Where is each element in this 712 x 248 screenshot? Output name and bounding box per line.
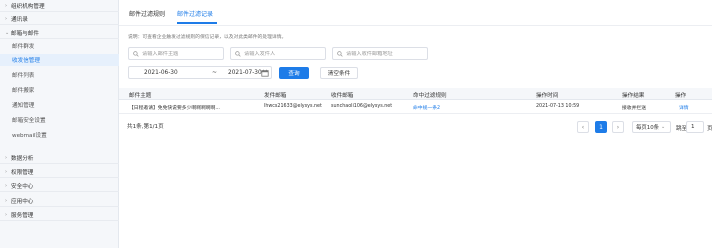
sidebar-item-mailbox[interactable]: ⌄ 邮箱与邮件 bbox=[0, 27, 119, 39]
sidebar-item-label: 邮件搬家 bbox=[12, 88, 35, 94]
tab-filter-records[interactable]: 邮件过滤记录 bbox=[177, 9, 213, 18]
chevron-left-icon: ‹ bbox=[581, 123, 585, 131]
search-icon bbox=[133, 50, 139, 57]
sidebar-item-mail-migration[interactable]: 邮件搬家 bbox=[0, 84, 119, 96]
search-icon bbox=[235, 50, 241, 57]
date-separator: ~ bbox=[212, 70, 217, 76]
pagination-total: 共1条,第1/1页 bbox=[127, 124, 164, 130]
sidebar-item-label: webmail设置 bbox=[12, 133, 47, 139]
sidebar-item-mass-mail[interactable]: 邮件群发 bbox=[0, 40, 119, 52]
sidebar-item-mail-list[interactable]: 邮件列表 bbox=[0, 69, 119, 81]
date-range-picker[interactable]: 2021-06-30 ~ 2021-07-30 bbox=[128, 66, 272, 79]
page-size-select[interactable]: 每页10条 ⌄ bbox=[632, 121, 671, 133]
date-start[interactable]: 2021-06-30 bbox=[144, 70, 178, 76]
cell-result: 接收并拦送 bbox=[622, 106, 646, 111]
page-size-value: 每页10条 bbox=[636, 125, 660, 131]
active-tab-indicator bbox=[177, 22, 217, 24]
chevron-right-icon: › bbox=[616, 123, 620, 131]
subject-search-field[interactable] bbox=[128, 47, 224, 60]
column-header-rule: 命中过滤规则 bbox=[413, 93, 447, 99]
sidebar-item-label: 通知管理 bbox=[12, 103, 35, 109]
sidebar-item-label: 通讯录 bbox=[11, 16, 28, 23]
search-icon bbox=[337, 50, 343, 57]
sidebar-item-notifications[interactable]: 通知管理 bbox=[0, 99, 119, 111]
prev-page-button[interactable]: ‹ bbox=[577, 121, 589, 133]
sidebar-item-data-analysis[interactable]: › 数据分析 bbox=[0, 152, 119, 164]
sidebar-item-send-receive[interactable]: 收发信管理 bbox=[0, 54, 119, 66]
sidebar-item-security-center[interactable]: › 安全中心 bbox=[0, 180, 119, 192]
sidebar-item-service-management[interactable]: › 服务管理 bbox=[0, 209, 119, 221]
sender-search-field[interactable] bbox=[230, 47, 326, 60]
date-end[interactable]: 2021-07-30 bbox=[228, 70, 262, 76]
recipient-search-field[interactable] bbox=[332, 47, 428, 60]
sidebar-item-label: 邮件群发 bbox=[12, 44, 35, 50]
cell-recipient: sunchaoli106@elysys.net bbox=[331, 104, 393, 109]
cell-sender: lhwcs21633@elysys.net bbox=[264, 104, 322, 109]
cell-subject: 【日程邀请】免免快说要多少啊啊啊啊啊... bbox=[129, 106, 220, 111]
sidebar-item-label: 邮件列表 bbox=[12, 73, 35, 79]
tab-filter-rules[interactable]: 邮件过滤规则 bbox=[129, 9, 165, 18]
calendar-icon bbox=[260, 69, 269, 77]
sidebar-item-app-center[interactable]: › 应用中心 bbox=[0, 195, 119, 207]
column-header-recipient: 收件邮箱 bbox=[331, 93, 354, 99]
column-header-result: 操作结果 bbox=[622, 93, 645, 99]
sidebar-item-label: 组织机构管理 bbox=[11, 3, 45, 10]
calendar-button[interactable] bbox=[259, 67, 270, 78]
column-header-subject: 邮件主题 bbox=[129, 93, 152, 99]
sidebar-item-permissions[interactable]: › 权限管理 bbox=[0, 166, 119, 178]
sidebar-item-label: 邮箱与邮件 bbox=[11, 30, 39, 37]
clear-filters-button[interactable]: 清空条件 bbox=[320, 67, 358, 79]
table-header: 邮件主题 发件邮箱 收件邮箱 命中过滤规则 操作时间 操作结果 操作 bbox=[119, 88, 712, 100]
sidebar: › 组织机构管理 › 通讯录 ⌄ 邮箱与邮件 邮件群发 收发信管理 邮件列表 邮… bbox=[0, 0, 119, 248]
column-header-time: 操作时间 bbox=[536, 93, 559, 99]
tab-bar: 邮件过滤规则 邮件过滤记录 bbox=[119, 0, 712, 26]
sidebar-item-label: 服务管理 bbox=[11, 212, 34, 219]
sender-search-input[interactable] bbox=[244, 50, 324, 57]
jump-page-input[interactable]: 1 bbox=[686, 121, 704, 133]
recipient-search-input[interactable] bbox=[346, 50, 426, 57]
column-header-action: 操作 bbox=[675, 93, 687, 99]
sidebar-item-label: 安全中心 bbox=[11, 183, 34, 190]
cell-time: 2021-07-13 10:59 bbox=[536, 104, 580, 109]
sidebar-item-contacts[interactable]: › 通讯录 bbox=[0, 13, 119, 25]
search-button[interactable]: 查询 bbox=[279, 67, 309, 79]
page-unit-label: 页 bbox=[707, 126, 712, 132]
current-page-button[interactable]: 1 bbox=[595, 121, 607, 133]
sidebar-item-org-management[interactable]: › 组织机构管理 bbox=[0, 0, 119, 12]
description-note: 说明：可查看企业触发过滤规则的保信记录，以及对此类邮件的处理详情。 bbox=[128, 35, 287, 40]
details-link[interactable]: 详情 bbox=[679, 104, 689, 111]
sidebar-item-security-settings[interactable]: 邮箱安全设置 bbox=[0, 114, 119, 126]
sidebar-item-label: 权限管理 bbox=[11, 169, 34, 176]
cell-rule-link[interactable]: 命中规一条2 bbox=[413, 104, 440, 111]
subject-search-input[interactable] bbox=[142, 50, 222, 57]
chevron-down-icon: ⌄ bbox=[661, 124, 666, 130]
sidebar-item-webmail-settings[interactable]: webmail设置 bbox=[0, 129, 119, 141]
column-header-sender: 发件邮箱 bbox=[264, 93, 287, 99]
table-row: 【日程邀请】免免快说要多少啊啊啊啊啊... lhwcs21633@elysys.… bbox=[119, 100, 712, 114]
sidebar-item-label: 收发信管理 bbox=[12, 58, 40, 64]
sidebar-item-label: 应用中心 bbox=[11, 198, 34, 205]
sidebar-item-label: 数据分析 bbox=[11, 155, 34, 162]
next-page-button[interactable]: › bbox=[612, 121, 624, 133]
sidebar-item-label: 邮箱安全设置 bbox=[12, 118, 46, 124]
